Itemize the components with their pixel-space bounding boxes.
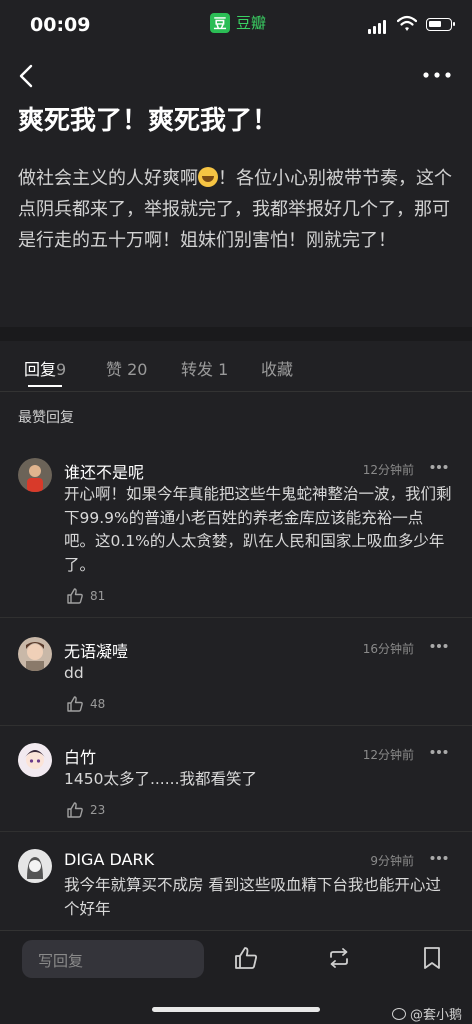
- tab-reposts-count: 1: [218, 360, 229, 379]
- like-thumbs-up-icon[interactable]: [233, 945, 259, 971]
- comment-like-count: 48: [90, 697, 106, 711]
- watermark: @套小鹅: [391, 1004, 462, 1023]
- douban-logo-icon: 豆: [210, 12, 230, 33]
- tab-favorites-label: 收藏: [261, 360, 294, 379]
- comment-separator: [0, 831, 472, 832]
- app-badge: 豆 豆瓣: [210, 12, 266, 33]
- avatar[interactable]: [18, 849, 52, 883]
- thumbs-up-icon: [67, 588, 83, 604]
- section-label: 最赞回复: [18, 410, 74, 426]
- comment-like-button[interactable]: 48: [66, 695, 105, 713]
- tab-reposts-label: 转发: [181, 360, 214, 379]
- app-screen: 00:09 豆 豆瓣 爽死我了！爽死我了！ 做社会主义的人好爽啊 ！各位小心别被带…: [0, 0, 472, 1024]
- comment-separator: [0, 725, 472, 726]
- tab-replies-label: 回复: [24, 360, 57, 379]
- comment-like-count: 23: [90, 803, 106, 817]
- section-divider: [0, 327, 472, 341]
- cellular-signal-icon: [368, 20, 388, 34]
- post-body-text-1: 做社会主义的人好爽啊: [18, 168, 198, 189]
- status-bar: 00:09 豆 豆瓣: [0, 0, 472, 56]
- comment-text: 我今年就算买不成房 看到这些吸血精下台我也能开心过个好年: [64, 876, 441, 918]
- tab-likes-count: 20: [127, 360, 148, 379]
- avatar[interactable]: [18, 637, 52, 671]
- watermark-text: @套小鹅: [409, 1008, 462, 1023]
- home-indicator: [152, 1007, 320, 1012]
- tab-bar: 回复9 赞 20 转发 1 收藏: [0, 342, 472, 392]
- comment-more-icon[interactable]: [430, 749, 448, 755]
- battery-icon: [426, 18, 455, 31]
- repost-icon[interactable]: [326, 945, 352, 971]
- back-arrow-icon[interactable]: [14, 62, 42, 90]
- reply-placeholder: 写回复: [38, 952, 84, 970]
- comment-time: 9分钟前: [370, 854, 414, 868]
- active-tab-indicator: [28, 385, 62, 387]
- comment-author[interactable]: 白竹: [64, 744, 96, 768]
- comment-more-icon[interactable]: [430, 855, 448, 861]
- comment-text: 1450太多了......我都看笑了: [64, 770, 258, 788]
- post-body: 做社会主义的人好爽啊 ！各位小心别被带节奏，这个点阴兵都来了，举报就完了，我都举报…: [18, 163, 454, 256]
- comment-text: dd: [64, 664, 84, 682]
- comment-author[interactable]: 无语凝噎: [64, 638, 128, 662]
- more-options-icon[interactable]: [422, 66, 452, 84]
- comment-author[interactable]: 谁还不是呢: [64, 459, 144, 483]
- tab-reposts[interactable]: 转发 1: [181, 356, 228, 380]
- comment-author[interactable]: DIGA DARK: [64, 850, 154, 869]
- tab-favorites[interactable]: 收藏: [261, 356, 293, 380]
- wifi-icon: [397, 15, 417, 31]
- app-name: 豆瓣: [236, 14, 267, 32]
- comment-text: 开心啊！如果今年真能把这些牛鬼蛇神整治一波，我们剩下99.9%的普通小老百姓的养…: [64, 485, 452, 574]
- tabs-separator: [0, 391, 472, 392]
- reply-input[interactable]: 写回复: [22, 940, 204, 978]
- thumbs-up-icon: [67, 802, 83, 818]
- thumbs-up-icon: [67, 696, 83, 712]
- comment-like-button[interactable]: 23: [66, 801, 105, 819]
- status-time: 00:09: [30, 14, 91, 36]
- comment-time: 12分钟前: [362, 748, 414, 762]
- comment-like-button[interactable]: 81: [66, 587, 105, 605]
- comment-more-icon[interactable]: [430, 643, 448, 649]
- tab-replies-count: 9: [56, 360, 67, 379]
- comment-like-count: 81: [90, 589, 106, 603]
- avatar[interactable]: [18, 743, 52, 777]
- tab-replies[interactable]: 回复9: [24, 356, 66, 380]
- grinning-face-emoji-icon: [198, 167, 218, 187]
- comment-time: 16分钟前: [362, 642, 414, 656]
- comment-separator: [0, 617, 472, 618]
- bookmark-icon[interactable]: [419, 945, 445, 971]
- weibo-logo-icon: [391, 1007, 406, 1020]
- avatar[interactable]: [18, 458, 52, 492]
- comment-time: 12分钟前: [362, 463, 414, 477]
- bottom-action-bar: 写回复 @套小鹅: [0, 930, 472, 1024]
- post-title: 爽死我了！爽死我了！: [18, 106, 279, 136]
- tab-likes[interactable]: 赞 20: [106, 356, 147, 380]
- tab-likes-label: 赞: [106, 360, 123, 379]
- comment-more-icon[interactable]: [430, 464, 448, 470]
